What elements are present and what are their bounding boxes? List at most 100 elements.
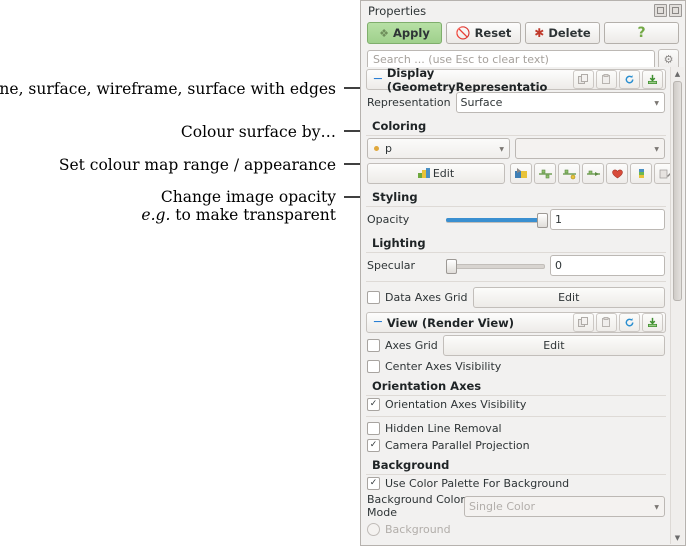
data-axes-grid-edit-button[interactable]: Edit: [473, 287, 665, 308]
lighting-section-title: Lighting: [366, 232, 666, 253]
delete-icon: ✱: [534, 27, 544, 39]
delete-button[interactable]: ✱ Delete: [525, 22, 600, 44]
chevron-down-icon: ▼: [654, 504, 659, 511]
data-axes-grid-row: Data Axes Grid Edit: [362, 285, 670, 310]
use-color-palette-checkbox[interactable]: ✓: [367, 477, 380, 490]
reset-icon[interactable]: [619, 313, 640, 332]
copy-icon[interactable]: [573, 313, 594, 332]
help-button[interactable]: ?: [604, 22, 679, 44]
reset-button[interactable]: 🚫 Reset: [446, 22, 521, 44]
opacity-value: 1: [555, 213, 562, 226]
paste-icon[interactable]: [596, 313, 617, 332]
opacity-slider[interactable]: [446, 210, 545, 229]
apply-icon: ❖: [379, 28, 389, 39]
opacity-slider-fill: [446, 218, 541, 222]
help-button-label: ?: [637, 25, 645, 41]
axes-grid-edit-button[interactable]: Edit: [443, 335, 665, 356]
center-axes-visibility-row[interactable]: Center Axes Visibility: [362, 358, 670, 375]
axes-grid-row: Axes Grid Edit: [362, 333, 670, 358]
display-group-icons: [573, 70, 665, 89]
divider: [366, 416, 666, 417]
view-group-name: View (Render View): [387, 316, 573, 330]
rescale-over-time-icon[interactable]: [582, 163, 604, 184]
choose-preset-icon[interactable]: [606, 163, 628, 184]
edit-color-map-button[interactable]: Edit: [367, 163, 505, 184]
use-color-palette-row[interactable]: ✓ Use Color Palette For Background: [362, 475, 670, 492]
opacity-label: Opacity: [367, 213, 441, 226]
color-legend-visibility-icon[interactable]: [630, 163, 652, 184]
save-icon[interactable]: [642, 70, 663, 89]
hidden-line-removal-row[interactable]: Hidden Line Removal: [362, 420, 670, 437]
restore-icon[interactable]: [654, 4, 667, 17]
display-group-header[interactable]: ─ Display (GeometryRepresentatio: [366, 69, 666, 90]
rescale-to-data-range-icon[interactable]: [534, 163, 556, 184]
rescale-to-custom-range-icon[interactable]: [558, 163, 580, 184]
apply-button[interactable]: ❖ Apply: [367, 22, 442, 44]
divider: [366, 281, 666, 282]
edit-color-map-icon[interactable]: [510, 163, 532, 184]
opacity-value-input[interactable]: 1: [550, 209, 665, 230]
background-radio-row[interactable]: Background: [362, 521, 670, 538]
specular-slider-knob[interactable]: [446, 259, 457, 274]
axes-grid-checkbox[interactable]: [367, 339, 380, 352]
coloring-array-row: p ▼ ▼: [362, 136, 670, 161]
data-axes-grid-checkbox[interactable]: [367, 291, 380, 304]
action-button-row: ❖ Apply 🚫 Reset ✱ Delete ?: [361, 20, 685, 44]
annotation-colormap: Set colour map range / appearance: [59, 156, 336, 174]
annotation-colormap-text: Set colour map range / appearance: [59, 156, 336, 174]
copy-icon[interactable]: [573, 70, 594, 89]
collapse-minus-icon[interactable]: ─: [374, 316, 382, 329]
collapse-minus-icon[interactable]: ─: [374, 73, 382, 86]
panel-content: ─ Display (GeometryRepresentatio: [362, 67, 670, 544]
background-color-mode-label-line2: Mode: [367, 507, 459, 520]
opacity-slider-knob[interactable]: [537, 213, 548, 228]
background-radio-label: Background: [385, 523, 451, 536]
camera-parallel-projection-checkbox[interactable]: ✓: [367, 439, 380, 452]
specular-slider[interactable]: [446, 256, 545, 275]
annotation-opacity-line1: Change image opacity: [141, 188, 336, 206]
reset-icon[interactable]: [619, 70, 640, 89]
background-radio-button[interactable]: [367, 523, 380, 536]
delete-button-label: Delete: [548, 26, 590, 40]
specular-value-input[interactable]: 0: [550, 255, 665, 276]
specular-label: Specular: [367, 259, 441, 272]
opacity-row: Opacity 1: [362, 207, 670, 232]
hidden-line-removal-checkbox[interactable]: [367, 422, 380, 435]
vertical-scrollbar[interactable]: ▲ ▼: [670, 67, 684, 544]
annotation-opacity: Change image opacity e.g. to make transp…: [141, 188, 336, 225]
paste-icon[interactable]: [596, 70, 617, 89]
close-icon[interactable]: [669, 4, 682, 17]
save-icon[interactable]: [642, 313, 663, 332]
scrollbar-thumb[interactable]: [673, 81, 682, 301]
color-component-select[interactable]: ▼: [515, 138, 665, 159]
annotation-opacity-line2: e.g. to make transparent: [141, 206, 336, 224]
annotation-representation: Outline, surface, wireframe, surface wit…: [0, 80, 336, 98]
background-color-mode-select[interactable]: Single Color ▼: [464, 496, 665, 517]
scroll-down-arrow-icon[interactable]: ▼: [671, 531, 684, 544]
scroll-up-arrow-icon[interactable]: ▲: [671, 67, 684, 80]
display-group-name: Display (GeometryRepresentatio: [387, 67, 573, 94]
hidden-line-removal-label: Hidden Line Removal: [385, 422, 502, 435]
axes-grid-edit-label: Edit: [543, 339, 564, 352]
specular-slider-track: [446, 264, 545, 269]
annotation-eg-italic: e.g.: [141, 206, 170, 224]
camera-parallel-projection-row[interactable]: ✓ Camera Parallel Projection: [362, 437, 670, 454]
data-axes-grid-edit-label: Edit: [558, 291, 579, 304]
edit-color-legend-icon[interactable]: [654, 163, 670, 184]
color-map-toolbar: [510, 163, 670, 184]
representation-row: Representation Surface ▼: [362, 90, 670, 115]
scroll-down-glyph: ▼: [675, 534, 680, 542]
background-color-mode-value: Single Color: [469, 500, 535, 513]
orientation-axes-visibility-checkbox[interactable]: ✓: [367, 398, 380, 411]
center-axes-visibility-checkbox[interactable]: [367, 360, 380, 373]
background-section-title: Background: [366, 454, 666, 475]
view-group-header[interactable]: ─ View (Render View): [366, 312, 666, 333]
representation-select[interactable]: Surface ▼: [456, 92, 665, 113]
color-array-select[interactable]: p ▼: [367, 138, 510, 159]
panel-title: Properties: [368, 4, 652, 18]
orientation-axes-section-title: Orientation Axes: [366, 375, 666, 396]
palette-icon: [418, 168, 430, 179]
panel-scroll-area: ─ Display (GeometryRepresentatio: [362, 67, 684, 544]
orientation-axes-visibility-row[interactable]: ✓ Orientation Axes Visibility: [362, 396, 670, 413]
representation-value: Surface: [461, 96, 503, 109]
